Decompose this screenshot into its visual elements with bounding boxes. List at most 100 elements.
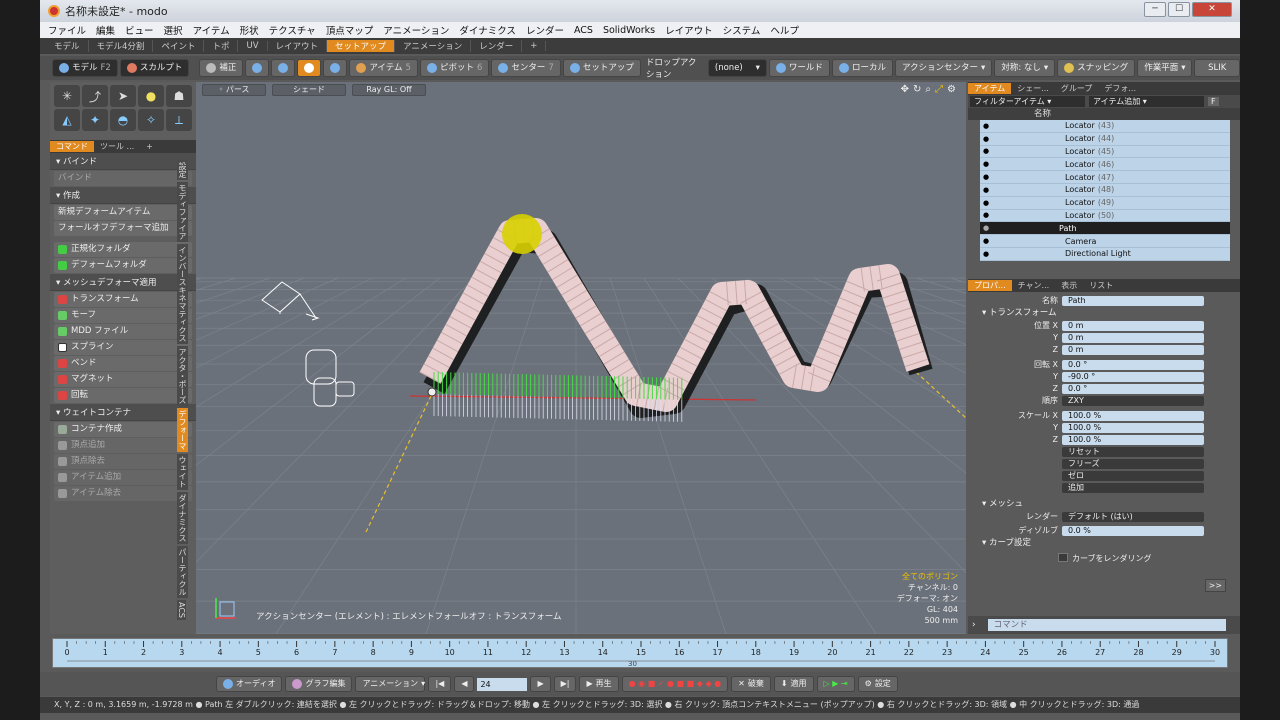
scale-y-field[interactable]: 100.0 % [1062,422,1204,433]
menu-acs[interactable]: ACS [574,25,593,36]
item-list-row[interactable]: ● Locator (50) [980,209,1230,223]
remove-vertex-button[interactable]: 頂点除去 [54,454,192,469]
item-list-row[interactable]: ● Locator (46) [980,158,1230,172]
sculpt-mode-button[interactable]: スカルプト [119,59,190,77]
rotation-x-field[interactable]: 0.0 ° [1062,359,1204,370]
local-button[interactable]: ローカル [831,59,893,77]
position-y-field[interactable]: 0 m [1062,332,1204,343]
bone-tool-icon[interactable]: ⤴ [82,85,108,107]
menu-dynamics[interactable]: ダイナミクス [459,23,516,37]
layout-tab-model[interactable]: モデル [46,40,89,52]
timeline[interactable]: 0 1 2 3 4 5 6 7 8 9 10 11 12 13 14 15 16 17 18 19 20 21 22 23 24… [52,638,1228,668]
item-mode-button[interactable]: アイテム 5 [349,59,418,77]
render-select[interactable]: デフォルト (はい) [1062,511,1204,522]
shade-button[interactable]: シェード [272,84,346,96]
vtab-ik[interactable]: インバースキネマティクス [177,244,188,344]
vertex-select-button[interactable] [245,59,270,77]
item-list-row[interactable]: ● Locator (44) [980,132,1230,146]
play-button[interactable]: ▶ 再生 [579,676,619,692]
3d-viewport[interactable]: ◦ パース シェード Ray GL: Off ✥ ↻ ⌕ ⤢ ⚙ アクションセン… [196,82,966,634]
go-end-button[interactable]: ▶| [553,676,577,692]
add-layout-tab-button[interactable]: + [522,41,547,51]
menu-select[interactable]: 選択 [164,23,183,37]
vtab-particle[interactable]: パーティクル [177,546,188,598]
create-section[interactable]: ▾ 作成 [50,187,196,204]
rotation-z-field[interactable]: 0.0 ° [1062,383,1204,394]
tab-list[interactable]: リスト [1083,280,1119,291]
animation-select[interactable]: アニメーション ▾ [355,676,426,692]
name-field[interactable]: Path [1062,295,1204,306]
mesh-tool-icon[interactable]: ◓ [110,109,136,131]
bind-button[interactable]: バインド [54,171,192,186]
visibility-eye-icon[interactable]: ● [983,173,995,181]
layout-tab-render[interactable]: レンダー [471,40,523,52]
deformer-tool-icon[interactable]: ◭ [54,109,80,131]
slik-button[interactable]: SLIK [1194,59,1240,77]
layout-tab-topo[interactable]: トポ [204,40,239,52]
bend-deformer-button[interactable]: ベンド [54,356,192,371]
directional-light-object[interactable] [305,349,355,407]
weight-container-section[interactable]: ▾ ウェイトコンテナ [50,404,196,421]
next-frame-button[interactable]: ▶ [530,676,551,692]
transform-deformer-button[interactable]: トランスフォーム [54,292,192,307]
timeline-ruler[interactable]: 0 1 2 3 4 5 6 7 8 9 10 11 12 13 14 15 16 17 18 19 20 21 22 23 24… [53,639,1229,669]
snapping-button[interactable]: スナッピング [1057,59,1136,77]
model-mode-button[interactable]: モデル F2 [52,59,118,77]
visibility-eye-icon[interactable]: ● [983,186,995,194]
ik-tool-icon[interactable]: ⟂ [166,109,192,131]
add-dropdown[interactable]: 追加 [1062,482,1204,493]
curve-section[interactable]: ▾ カーブ設定 [968,537,1214,550]
deform-folder-button[interactable]: デフォームフォルダ [54,258,192,273]
tab-shader[interactable]: シェー... [1011,83,1055,94]
item-list-row[interactable]: ● Locator (49) [980,196,1230,210]
graph-editor-button[interactable]: グラフ編集 [285,676,353,692]
menu-edit[interactable]: 編集 [96,23,115,37]
tab-tool[interactable]: ツール ... [94,141,140,152]
menu-texture[interactable]: テクスチャ [269,23,316,37]
magnet-deformer-button[interactable]: マグネット [54,372,192,387]
vtab-modifier[interactable]: モディファイア [177,182,188,242]
create-container-button[interactable]: コンテナ作成 [54,422,192,437]
raygl-button[interactable]: Ray GL: Off [352,84,426,96]
drop-action-select[interactable]: (none) ▾ [707,59,767,77]
menu-solidworks[interactable]: SolidWorks [603,25,655,36]
visibility-eye-icon[interactable]: ● [983,211,995,219]
world-button[interactable]: ワールド [768,59,830,77]
item-list-row[interactable]: ● Locator (43) [980,120,1230,133]
material-select-button[interactable] [323,59,348,77]
item-list-row[interactable]: ● Locator (47) [980,171,1230,184]
tab-command[interactable]: コマンド [50,141,94,152]
menu-item[interactable]: アイテム [193,23,230,37]
layout-tab-model4[interactable]: モデル4分割 [89,40,154,52]
light-tool-icon[interactable]: ● [138,85,164,107]
current-frame-field[interactable]: 24 [477,677,528,691]
mdd-deformer-button[interactable]: MDD ファイル [54,324,192,339]
scale-z-field[interactable]: 100.0 % [1062,434,1204,445]
menu-help[interactable]: ヘルプ [770,23,799,37]
layout-tab-paint[interactable]: ペイント [153,40,205,52]
menu-view[interactable]: ビュー [125,23,154,37]
add-vertex-button[interactable]: 頂点追加 [54,438,192,453]
vtab-weight[interactable]: ウェイト [177,454,188,490]
settings-button[interactable]: ⚙ 設定 [857,676,898,692]
center-mode-button[interactable]: センター 7 [491,59,561,77]
add-item-dropdown[interactable]: アイテム追加 ▾ [1089,96,1204,107]
apply-button[interactable]: ⬇ 適用 [773,676,814,692]
visibility-eye-icon[interactable]: ● [983,199,995,207]
setup-mode-button[interactable]: セットアップ [562,59,641,77]
zoom-view-icon[interactable]: ⌕ [925,84,931,95]
visibility-eye-icon[interactable]: ● [983,160,995,168]
selected-locator-highlight[interactable] [502,214,542,254]
close-button[interactable]: ✕ [1192,2,1232,17]
symmetry-dropdown[interactable]: 対称: なし ▾ [994,59,1056,77]
tab-items[interactable]: アイテム [968,83,1012,94]
command-input[interactable]: コマンド [987,619,1226,631]
pivot-mode-button[interactable]: ピボット 6 [419,59,490,77]
tab-properties[interactable]: プロパ... [968,279,1012,291]
move-view-icon[interactable]: ✥ [901,84,909,95]
camera-object[interactable] [261,281,320,321]
tab-display[interactable]: 表示 [1055,280,1083,291]
maximize-view-icon[interactable]: ⤢ [935,84,943,95]
render-curve-checkbox[interactable] [1058,553,1068,563]
layout-tab-uv[interactable]: UV [238,41,268,51]
